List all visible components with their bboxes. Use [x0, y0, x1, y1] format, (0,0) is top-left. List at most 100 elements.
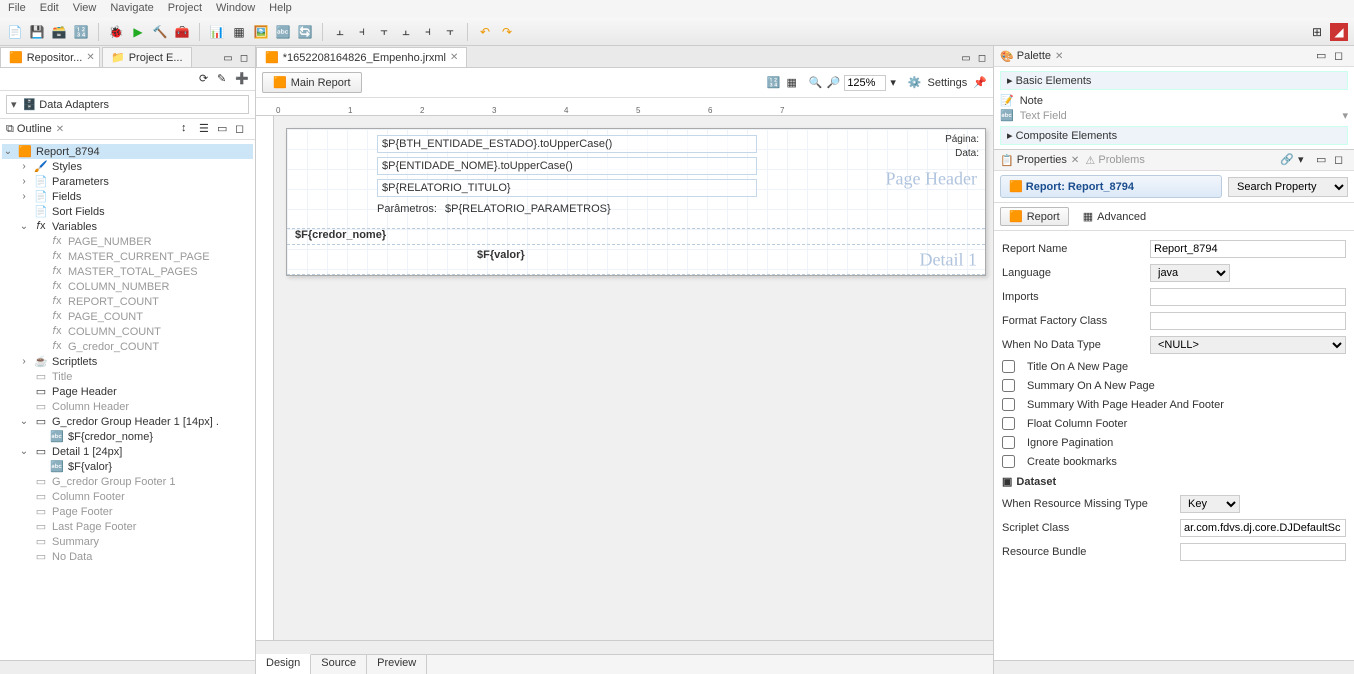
- maximize-icon[interactable]: ◻: [975, 53, 989, 67]
- palette-item-textfield[interactable]: 🔤 Text Field ▾: [1000, 108, 1348, 123]
- menu-help[interactable]: Help: [269, 2, 292, 16]
- chart-icon[interactable]: 📊: [208, 23, 226, 41]
- imports-input[interactable]: [1150, 288, 1346, 306]
- settings-label[interactable]: Settings: [928, 77, 968, 89]
- expand-icon[interactable]: ›: [18, 161, 30, 172]
- tree-item[interactable]: 𝑓xCOLUMN_COUNT: [2, 324, 253, 339]
- image-icon[interactable]: 🖼️: [252, 23, 270, 41]
- tree-item[interactable]: ›📄Parameters: [2, 174, 253, 189]
- tree-item[interactable]: ▭Summary: [2, 534, 253, 549]
- expand-icon[interactable]: ⌄: [18, 446, 30, 457]
- align-bottom-icon[interactable]: ⫟: [441, 23, 459, 41]
- close-icon[interactable]: ✕: [1071, 155, 1079, 166]
- refresh-icon[interactable]: ⟳: [199, 72, 213, 86]
- when-no-data-select[interactable]: <NULL>: [1150, 336, 1346, 354]
- zoom-out-icon[interactable]: 🔍: [809, 76, 823, 89]
- data-adapters-dropdown[interactable]: 🗄️ Data Adapters: [6, 95, 249, 114]
- link-icon[interactable]: ↕: [181, 122, 195, 136]
- report-page[interactable]: Page Header Página: Data: $P{BTH_ENTIDAD…: [286, 128, 986, 276]
- maximize-icon[interactable]: ◻: [237, 53, 251, 67]
- build-icon[interactable]: 🔨: [151, 23, 169, 41]
- zoom-input[interactable]: [844, 75, 886, 91]
- float-column-footer-check[interactable]: [1002, 417, 1015, 430]
- minimize-icon[interactable]: ▭: [221, 53, 235, 67]
- project-explorer-tab[interactable]: 📁 Project E...: [102, 47, 192, 67]
- toolbox-icon[interactable]: 🧰: [173, 23, 191, 41]
- print-icon[interactable]: 🔢: [72, 23, 90, 41]
- edit-icon[interactable]: ✎: [217, 72, 231, 86]
- table-icon[interactable]: ▦: [230, 23, 248, 41]
- field-parametros[interactable]: $P{RELATORIO_PARAMETROS}: [445, 203, 611, 215]
- tree-item[interactable]: ›📄Fields: [2, 189, 253, 204]
- tree-item[interactable]: ▭G_credor Group Footer 1: [2, 474, 253, 489]
- max-icon[interactable]: ◻: [235, 122, 249, 136]
- expand-icon[interactable]: ⌄: [18, 416, 30, 427]
- tree-item[interactable]: 𝑓xMASTER_CURRENT_PAGE: [2, 249, 253, 264]
- min-icon[interactable]: ▭: [1316, 49, 1330, 63]
- expand-icon[interactable]: ⌄: [18, 221, 30, 232]
- align-center-icon[interactable]: ⫞: [353, 23, 371, 41]
- ignore-pagination-check[interactable]: [1002, 436, 1015, 449]
- save-icon[interactable]: 💾: [28, 23, 46, 41]
- repository-tab[interactable]: 🟧 Repositor... ✕: [0, 47, 100, 67]
- menu-edit[interactable]: Edit: [40, 2, 59, 16]
- zoom-dropdown-icon[interactable]: ▾: [890, 76, 896, 89]
- add-icon[interactable]: ➕: [235, 72, 249, 86]
- tab-design[interactable]: Design: [256, 654, 311, 674]
- tree-item[interactable]: ⌄▭Detail 1 [24px]: [2, 444, 253, 459]
- toggle-icon[interactable]: 🔢: [767, 76, 781, 89]
- tree-item[interactable]: 𝑓xPAGE_NUMBER: [2, 234, 253, 249]
- tree-item[interactable]: ⌄▭G_credor Group Header 1 [14px] .: [2, 414, 253, 429]
- props-scrollbar[interactable]: [994, 660, 1354, 674]
- tab-preview[interactable]: Preview: [367, 655, 427, 674]
- canvas-scrollbar[interactable]: [256, 640, 993, 654]
- field-entidade-estado[interactable]: $P{BTH_ENTIDADE_ESTADO}.toUpperCase(): [377, 135, 757, 153]
- menu-project[interactable]: Project: [168, 2, 202, 16]
- tree-item[interactable]: ▭Last Page Footer: [2, 519, 253, 534]
- align-right-icon[interactable]: ⫟: [375, 23, 393, 41]
- min-icon[interactable]: ▭: [217, 122, 231, 136]
- min-icon[interactable]: ▭: [1316, 153, 1330, 167]
- grid-icon[interactable]: ▦: [787, 76, 797, 89]
- pin-icon[interactable]: 📌: [973, 76, 987, 89]
- tree-item[interactable]: 𝑓xPAGE_COUNT: [2, 309, 253, 324]
- title-new-page-check[interactable]: [1002, 360, 1015, 373]
- undo-icon[interactable]: ↶: [476, 23, 494, 41]
- close-icon[interactable]: ✕: [56, 124, 64, 135]
- palette-item-note[interactable]: 📝 Note: [1000, 93, 1348, 108]
- field-valor[interactable]: $F{valor}: [477, 249, 525, 261]
- mode-advanced[interactable]: ▦ Advanced: [1075, 207, 1154, 226]
- saveall-icon[interactable]: 🗃️: [50, 23, 68, 41]
- report-name-input[interactable]: [1150, 240, 1346, 258]
- debug-icon[interactable]: 🐞: [107, 23, 125, 41]
- menu-icon[interactable]: ▾: [1298, 153, 1312, 167]
- search-property-combo[interactable]: Search Property: [1228, 177, 1348, 197]
- field-relatorio-titulo[interactable]: $P{RELATORIO_TITULO}: [377, 179, 757, 197]
- tree-item[interactable]: ›🖌️Styles: [2, 159, 253, 174]
- tree-item[interactable]: 𝑓xG_credor_COUNT: [2, 339, 253, 354]
- expand-icon[interactable]: ›: [18, 191, 30, 202]
- refresh-icon[interactable]: 🔄: [296, 23, 314, 41]
- tree-root[interactable]: ⌄ 🟧 Report_8794: [2, 144, 253, 159]
- align-top-icon[interactable]: ⫠: [397, 23, 415, 41]
- close-icon[interactable]: ✕: [86, 52, 94, 63]
- field-credor[interactable]: $F{credor_nome}: [295, 229, 386, 241]
- run-icon[interactable]: ▶: [129, 23, 147, 41]
- create-bookmarks-check[interactable]: [1002, 455, 1015, 468]
- expand-icon[interactable]: ⌄: [2, 146, 14, 157]
- tree-icon[interactable]: ☰: [199, 122, 213, 136]
- tree-item[interactable]: ›☕Scriptlets: [2, 354, 253, 369]
- main-report-tab[interactable]: 🟧 Main Report: [262, 72, 362, 93]
- summary-header-footer-check[interactable]: [1002, 398, 1015, 411]
- tab-source[interactable]: Source: [311, 655, 367, 674]
- expand-icon[interactable]: ›: [18, 176, 30, 187]
- tree-item[interactable]: ▭Page Footer: [2, 504, 253, 519]
- tree-item[interactable]: 📄Sort Fields: [2, 204, 253, 219]
- align-left-icon[interactable]: ⫠: [331, 23, 349, 41]
- tree-item[interactable]: ▭Column Header: [2, 399, 253, 414]
- tree-item[interactable]: ▭No Data: [2, 549, 253, 564]
- summary-new-page-check[interactable]: [1002, 379, 1015, 392]
- settings-icon[interactable]: ⚙️: [908, 76, 922, 89]
- tree-item[interactable]: 𝑓xREPORT_COUNT: [2, 294, 253, 309]
- tree-item[interactable]: ⌄𝑓xVariables: [2, 219, 253, 234]
